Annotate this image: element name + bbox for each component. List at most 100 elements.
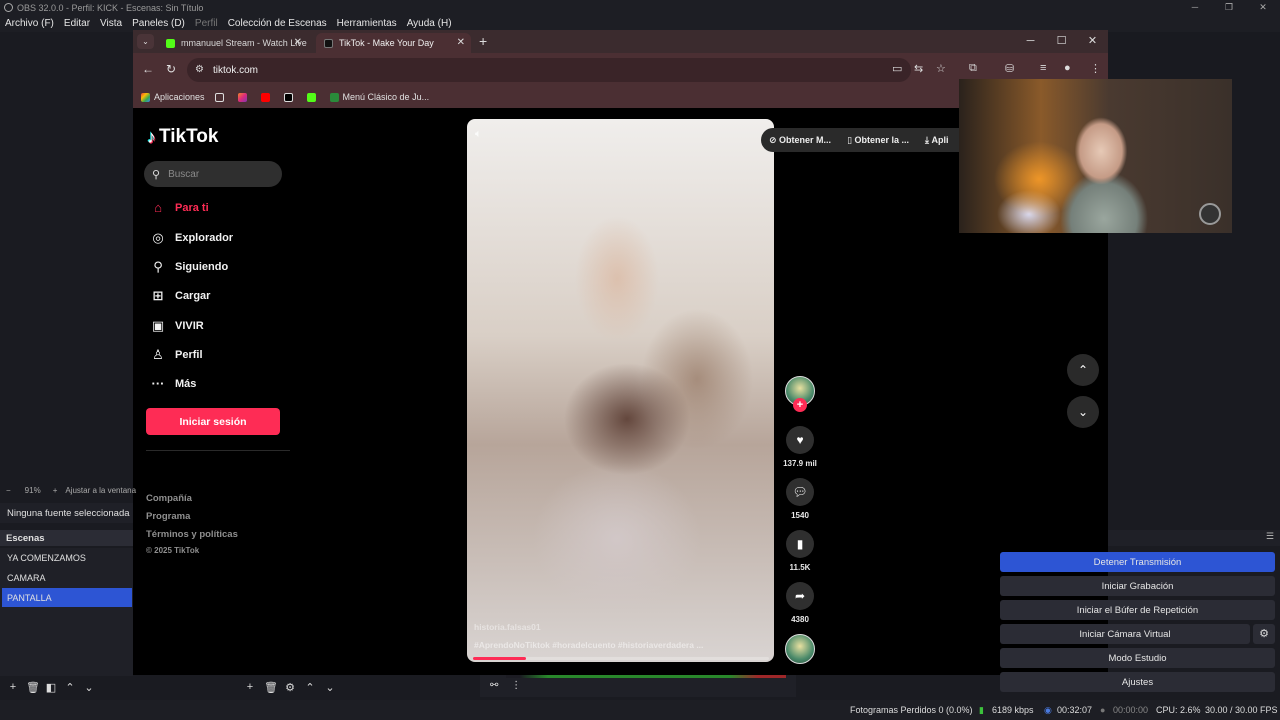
remove-scene-icon[interactable]: 🗑︎ [26, 681, 40, 694]
menu-vista[interactable]: Vista [95, 18, 127, 29]
menu-herramientas[interactable]: Herramientas [332, 18, 402, 29]
tab-tiktok[interactable]: TikTok - Make Your Day ✕ [316, 33, 471, 53]
settings-button[interactable]: Ajustes [1000, 672, 1275, 692]
media-controls-icon[interactable]: ≡ [1040, 62, 1046, 74]
menu-ayuda[interactable]: Ayuda (H) [402, 18, 457, 29]
tab-kick[interactable]: mmanuuel Stream - Watch Live ✕ [158, 33, 308, 53]
source-settings-icon[interactable]: ⚙ [284, 681, 296, 694]
virtual-camera-settings-gear-icon[interactable]: ⚙ [1253, 624, 1275, 644]
scene-item-selected[interactable]: PANTALLA [2, 588, 132, 607]
source-up-icon[interactable]: ⌃ [304, 681, 316, 694]
follow-plus-icon[interactable]: + [793, 398, 807, 412]
translate-icon[interactable]: ⇆ [914, 62, 923, 75]
kebab-menu-icon[interactable]: ⋮ [1090, 62, 1101, 75]
site-info-icon[interactable]: ⚙ [195, 64, 204, 75]
video-caption[interactable]: #AprendoNoTiktok #horadelcuento #histori… [474, 640, 764, 650]
saves-count: 11.5K [789, 563, 811, 572]
zoom-in-icon[interactable]: + [53, 486, 58, 495]
menu-paneles[interactable]: Paneles (D) [127, 18, 190, 29]
scroll-down-chevron-icon[interactable]: ⌄ [1067, 396, 1099, 428]
maximize-icon[interactable]: ☐ [1046, 30, 1077, 53]
search-input[interactable]: ⚲ Buscar [144, 161, 282, 187]
menu-archivo[interactable]: Archivo (F) [0, 18, 59, 29]
fit-to-window[interactable]: Ajustar a la ventana [65, 486, 136, 495]
login-button[interactable]: Iniciar sesión [146, 408, 280, 435]
reload-icon[interactable]: ↻ [166, 62, 176, 76]
mixer-menu-icon[interactable]: ⋮ [511, 680, 521, 691]
tiktok-logo[interactable]: ♪ TikTok [147, 126, 218, 148]
nav-vivir[interactable]: ▣ VIVIR [148, 318, 204, 334]
bookmark-x[interactable] [283, 92, 297, 102]
minimize-icon[interactable]: ─ [1178, 0, 1212, 15]
address-bar[interactable]: tiktok.com [187, 58, 911, 82]
bookmark-star-icon[interactable]: ☆ [936, 62, 946, 75]
tab-search-chevron-icon[interactable]: ⌄ [137, 34, 154, 49]
scene-filters-icon[interactable]: ◧ [45, 681, 57, 694]
move-down-icon[interactable]: ⌄ [83, 681, 95, 694]
restore-icon[interactable]: ❐ [1212, 0, 1246, 15]
zoom-out-icon[interactable]: − [6, 486, 11, 495]
tab-close-icon[interactable]: ✕ [457, 37, 465, 48]
add-source-icon[interactable]: + [244, 681, 256, 693]
footer-terminos[interactable]: Términos y políticas [146, 529, 238, 540]
bookmark-menu-clasico[interactable]: Menú Clásico de Ju... [329, 92, 429, 102]
minimize-icon[interactable]: ─ [1015, 30, 1046, 53]
scene-item[interactable]: CAMARA [2, 568, 132, 587]
nav-cargar[interactable]: ⊞ Cargar [148, 288, 211, 304]
close-icon[interactable]: ✕ [1246, 0, 1280, 15]
extension-icon[interactable]: ⛁ [1005, 62, 1014, 75]
video-progress-bar[interactable] [473, 657, 769, 660]
replay-buffer-button[interactable]: Iniciar el Búfer de Repetición [1000, 600, 1275, 620]
menu-editar[interactable]: Editar [59, 18, 95, 29]
bookmark-kick[interactable] [306, 92, 320, 102]
nav-para-ti[interactable]: ⌂ Para ti [148, 200, 209, 215]
cast-icon[interactable]: ▭ [892, 62, 902, 75]
menu-perfil[interactable]: Perfil [190, 18, 223, 29]
bookmark-youtube[interactable] [260, 92, 274, 102]
remove-source-icon[interactable]: 🗑︎ [264, 681, 278, 694]
new-tab-plus-icon[interactable]: + [479, 33, 487, 49]
virtual-camera-button[interactable]: Iniciar Cámara Virtual [1000, 624, 1250, 644]
source-down-icon[interactable]: ⌄ [324, 681, 336, 694]
comment-icon[interactable]: 💬︎ [786, 478, 814, 506]
tab-close-icon[interactable]: ✕ [294, 37, 302, 48]
volume-icon[interactable]: 🔈︎ [475, 128, 482, 141]
bookmark-apps[interactable]: Aplicaciones [141, 92, 205, 102]
profile-avatar-icon[interactable]: ● [1064, 62, 1071, 74]
bookmark-icon[interactable]: ▮ [786, 530, 814, 558]
footer-programa[interactable]: Programa [146, 511, 190, 522]
nav-explorador[interactable]: ◎ Explorador [148, 230, 233, 246]
obs-window-title: OBS 32.0.0 - Perfil: KICK - Escenas: Sin… [17, 2, 204, 13]
studio-mode-button[interactable]: Modo Estudio [1000, 648, 1275, 668]
move-up-icon[interactable]: ⌃ [64, 681, 76, 694]
download-app-button[interactable]: ⤓ Apli [925, 135, 948, 146]
sound-disc-avatar[interactable] [785, 634, 815, 664]
more-icon: ··· [151, 376, 165, 391]
back-arrow-icon[interactable]: ← [142, 62, 154, 76]
share-arrow-icon[interactable]: ➦ [786, 582, 814, 610]
get-app-button[interactable]: ▯ Obtener la ... [847, 135, 909, 146]
nav-perfil[interactable]: ♙ Perfil [148, 347, 202, 363]
extensions-icon[interactable]: ⧉ [969, 62, 977, 75]
menu-coleccion-escenas[interactable]: Colección de Escenas [223, 18, 332, 29]
dock-menu-icon[interactable]: ☰ [1266, 531, 1274, 542]
add-scene-icon[interactable]: + [7, 681, 19, 693]
nav-mas[interactable]: ··· Más [148, 376, 197, 391]
start-recording-button[interactable]: Iniciar Grabación [1000, 576, 1275, 596]
nav-siguiendo[interactable]: ⚲ Siguiendo [148, 259, 228, 275]
get-coins-button[interactable]: ⊘ Obtener M... [769, 135, 831, 146]
like-heart-icon[interactable]: ♥ [786, 426, 814, 454]
scene-item[interactable]: YA COMENZAMOS [2, 548, 132, 567]
bookmark-instagram[interactable] [237, 92, 251, 102]
video-player[interactable]: 🔈︎ historia.falsas01 #AprendoNoTiktok #h… [467, 119, 774, 662]
video-username[interactable]: historia.falsas01 [474, 622, 541, 632]
no-source-selected: Ninguna fuente seleccionada [0, 503, 133, 523]
mixer-link-icon[interactable]: ⚯ [490, 680, 498, 691]
stop-streaming-button[interactable]: Detener Transmisión [1000, 552, 1275, 572]
close-icon[interactable]: ✕ [1077, 30, 1108, 53]
comments-count: 1540 [791, 511, 809, 520]
tab-label: mmanuuel Stream - Watch Live [181, 38, 307, 48]
scroll-up-chevron-icon[interactable]: ⌃ [1067, 354, 1099, 386]
footer-compania[interactable]: Compañía [146, 493, 192, 504]
bookmark-grid[interactable] [214, 92, 228, 102]
